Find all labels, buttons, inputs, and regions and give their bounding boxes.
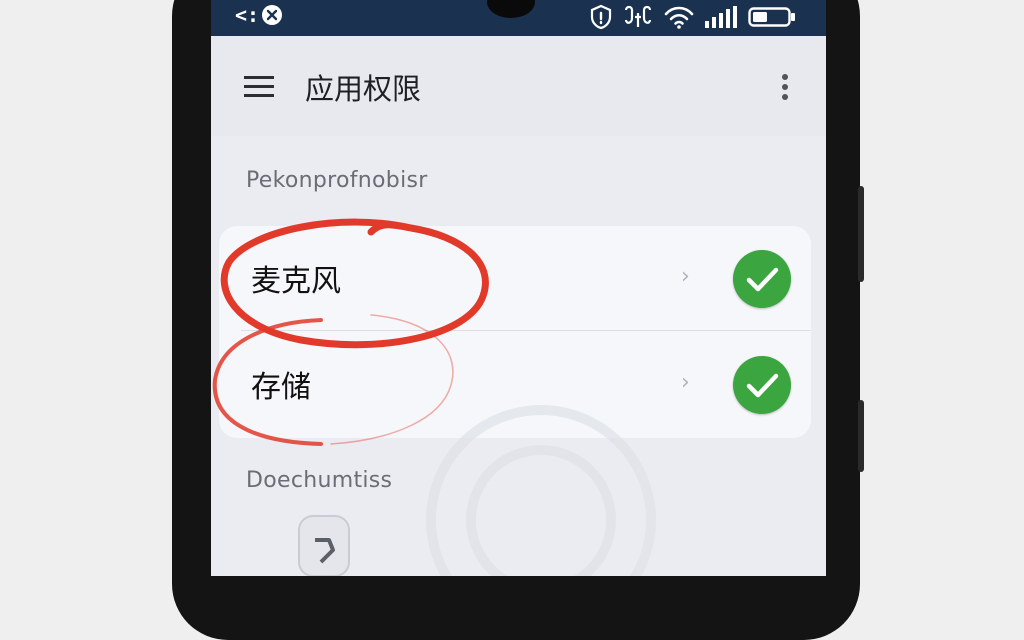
volume-button — [858, 400, 864, 472]
phone-screen: <: 应用权限 Pekonprofnobisr 麦克风 › 存储 › Doech… — [211, 0, 826, 576]
power-button — [858, 186, 864, 282]
red-annotation-circles — [212, 218, 489, 446]
